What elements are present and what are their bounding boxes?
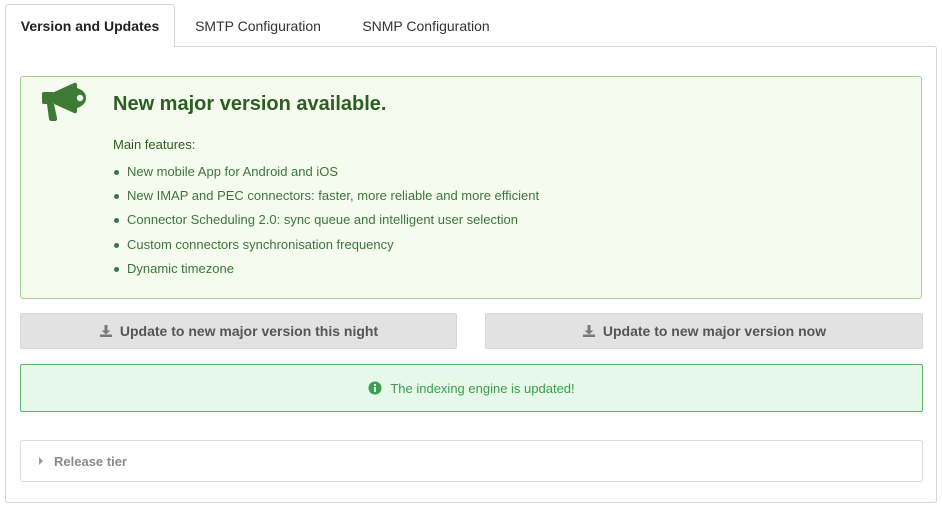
tab-content-panel: New major version available. Main featur…: [5, 46, 937, 503]
tab-label: SMTP Configuration: [195, 18, 321, 34]
update-now-button[interactable]: Update to new major version now: [485, 313, 923, 349]
update-tonight-button[interactable]: Update to new major version this night: [20, 313, 457, 349]
features-list: New mobile App for Android and iOS New I…: [113, 164, 539, 285]
release-tier-label: Release tier: [54, 453, 127, 469]
tab-label: SNMP Configuration: [362, 18, 490, 34]
list-item: Custom connectors synchronisation freque…: [113, 237, 539, 261]
new-version-announcement: New major version available. Main featur…: [20, 76, 922, 299]
tab-bar: Version and Updates SMTP Configuration S…: [5, 4, 937, 47]
tab-snmp-configuration[interactable]: SNMP Configuration: [341, 4, 511, 47]
tab-smtp-configuration[interactable]: SMTP Configuration: [175, 4, 341, 47]
list-item: Connector Scheduling 2.0: sync queue and…: [113, 212, 539, 236]
tab-label: Version and Updates: [20, 18, 160, 34]
indexing-status-alert: The indexing engine is updated!: [20, 364, 923, 412]
announcement-title: New major version available.: [113, 93, 387, 115]
caret-right-icon: [39, 457, 43, 465]
list-item: Dynamic timezone: [113, 261, 539, 285]
settings-page: Version and Updates SMTP Configuration S…: [0, 0, 942, 507]
features-label: Main features:: [113, 137, 196, 152]
megaphone-icon: [42, 82, 86, 121]
tab-version-and-updates[interactable]: Version and Updates: [5, 4, 175, 47]
info-circle-icon: [368, 381, 382, 395]
status-message: The indexing engine is updated!: [390, 380, 575, 396]
list-item: New IMAP and PEC connectors: faster, mor…: [113, 188, 539, 212]
button-label: Update to new major version this night: [119, 323, 379, 339]
button-label: Update to new major version now: [602, 323, 827, 339]
download-icon: [99, 325, 112, 337]
download-icon: [582, 325, 595, 337]
list-item: New mobile App for Android and iOS: [113, 164, 539, 188]
release-tier-toggle[interactable]: Release tier: [20, 440, 923, 482]
